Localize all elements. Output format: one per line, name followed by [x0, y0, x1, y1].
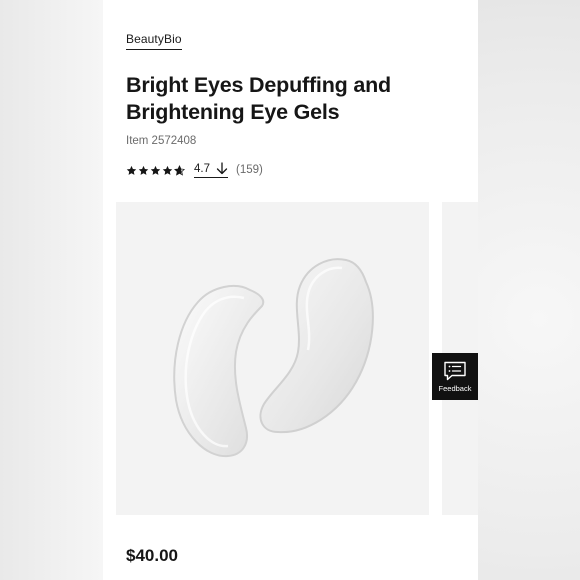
- rating-row: 4.7 (159): [126, 160, 263, 180]
- review-count: (159): [236, 164, 263, 176]
- rating-value: 4.7: [194, 162, 210, 175]
- arrow-down-icon: [216, 162, 228, 175]
- product-price: $40.00: [126, 546, 178, 565]
- item-number: Item 2572408: [126, 135, 197, 147]
- rating-reviews-link[interactable]: 4.7: [194, 162, 228, 178]
- product-page: BeautyBio Bright Eyes Depuffing and Brig…: [103, 0, 478, 580]
- half-star-icon: [174, 164, 185, 176]
- star-icon: [138, 165, 149, 175]
- star-icon: [162, 165, 173, 175]
- eye-gel-patches-image: [173, 258, 374, 458]
- background-left: [0, 0, 103, 580]
- chat-list-icon: [444, 361, 466, 380]
- star-rating: [126, 164, 185, 176]
- feedback-label: Feedback: [438, 383, 472, 393]
- product-image[interactable]: [116, 202, 429, 515]
- star-icon: [126, 165, 137, 175]
- feedback-button[interactable]: Feedback: [432, 353, 478, 400]
- star-icon: [150, 165, 161, 175]
- brand-link[interactable]: BeautyBio: [126, 32, 182, 50]
- background-right: [478, 0, 580, 580]
- product-title: Bright Eyes Depuffing and Brightening Ey…: [126, 73, 391, 124]
